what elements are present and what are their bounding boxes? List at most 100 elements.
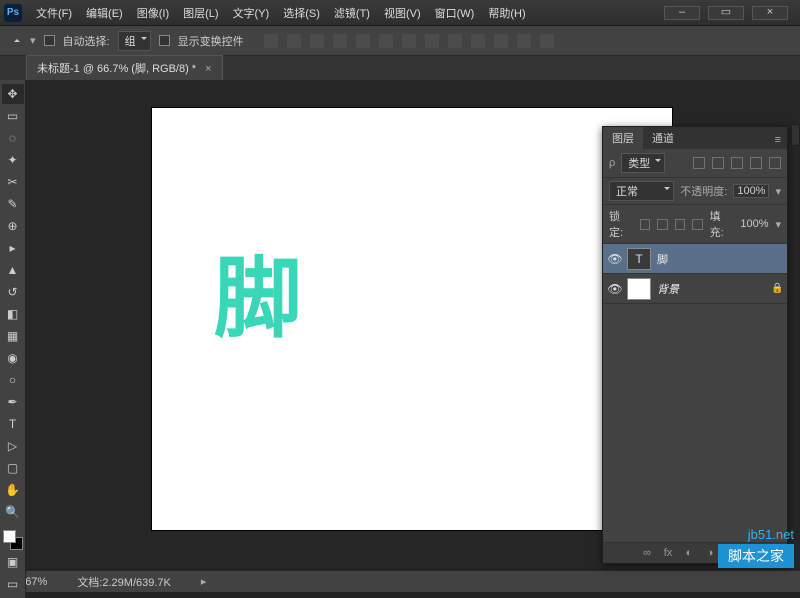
close-tab-icon[interactable]: × [205, 63, 211, 75]
tool-preset-dropdown[interactable]: ▾ [30, 34, 36, 47]
opacity-dropdown-icon[interactable]: ▾ [775, 185, 781, 198]
menu-file[interactable]: 文件(F) [30, 3, 78, 23]
tab-channels[interactable]: 通道 [643, 127, 683, 149]
crop-tool[interactable]: ✂ [2, 172, 24, 192]
brush-tool[interactable]: ▸ [2, 238, 24, 258]
align-icon[interactable] [287, 34, 301, 48]
history-brush-tool[interactable]: ↺ [2, 282, 24, 302]
visibility-toggle[interactable]: 👁 [603, 282, 627, 296]
show-transform-label: 显示变换控件 [178, 33, 244, 49]
lock-all-icon[interactable] [692, 219, 703, 230]
menu-layer[interactable]: 图层(L) [177, 3, 224, 23]
align-icon[interactable] [310, 34, 324, 48]
align-icon[interactable] [379, 34, 393, 48]
document-tab[interactable]: 未标题-1 @ 66.7% (脚, RGB/8) * × [26, 55, 223, 80]
text-layer-content[interactable]: 脚 [214, 228, 298, 355]
visibility-toggle[interactable]: 👁 [603, 252, 627, 266]
pen-tool[interactable]: ✒ [2, 392, 24, 412]
adjustment-icon[interactable]: ◑ [704, 547, 716, 559]
doc-info[interactable]: 文档:2.29M/639.7K [77, 574, 171, 590]
gradient-tool[interactable]: ▦ [2, 326, 24, 346]
eyedropper-tool[interactable]: ✎ [2, 194, 24, 214]
marquee-tool[interactable]: ▭ [2, 106, 24, 126]
tab-layers[interactable]: 图层 [603, 127, 643, 149]
lock-label: 锁定: [609, 208, 633, 240]
doc-info-dropdown-icon[interactable]: ▸ [201, 575, 207, 588]
layer-filter-row: ρ 类型 [603, 149, 787, 178]
auto-select-label: 自动选择: [63, 33, 110, 49]
layer-thumbnail[interactable] [627, 278, 651, 300]
move-tool[interactable]: ✥ [2, 84, 24, 104]
stamp-tool[interactable]: ▲ [2, 260, 24, 280]
align-icon[interactable] [517, 34, 531, 48]
panel-tabs: 图层 通道 ≡ [603, 127, 787, 149]
filter-type-icon[interactable] [731, 157, 743, 169]
align-icon[interactable] [425, 34, 439, 48]
document-canvas[interactable]: 脚 [152, 108, 672, 530]
layer-thumbnail-text[interactable]: T [627, 248, 651, 270]
panel-menu-icon[interactable]: ≡ [769, 131, 787, 149]
align-icon[interactable] [356, 34, 370, 48]
lasso-tool[interactable]: ◌ [2, 128, 24, 148]
type-tool[interactable]: T [2, 414, 24, 434]
lock-pixels-icon[interactable] [657, 219, 668, 230]
align-icon[interactable] [402, 34, 416, 48]
align-icon[interactable] [540, 34, 554, 48]
fill-dropdown-icon[interactable]: ▾ [775, 218, 781, 231]
layer-name[interactable]: 脚 [657, 251, 787, 267]
fill-value[interactable]: 100% [740, 218, 768, 230]
filter-type-select[interactable]: 类型 [621, 153, 665, 173]
filter-smart-icon[interactable] [769, 157, 781, 169]
title-bar: Ps 文件(F) 编辑(E) 图像(I) 图层(L) 文字(Y) 选择(S) 滤… [0, 0, 800, 26]
zoom-tool[interactable]: 🔍 [2, 502, 24, 522]
layers-panel: 图层 通道 ≡ ρ 类型 正常 不透明度: 100% ▾ 锁定: 填充: 100… [602, 126, 788, 564]
show-transform-checkbox[interactable] [159, 35, 170, 46]
link-layers-icon[interactable]: ∞ [641, 547, 653, 559]
lock-transparent-icon[interactable] [640, 219, 651, 230]
opacity-value[interactable]: 100% [733, 184, 769, 198]
wand-tool[interactable]: ✦ [2, 150, 24, 170]
align-icon[interactable] [264, 34, 278, 48]
align-icon[interactable] [494, 34, 508, 48]
quickmask-toggle[interactable]: ▣ [2, 552, 24, 572]
auto-select-target[interactable]: 组 [118, 31, 151, 51]
eraser-tool[interactable]: ◧ [2, 304, 24, 324]
blur-tool[interactable]: ◉ [2, 348, 24, 368]
menu-view[interactable]: 视图(V) [378, 3, 427, 23]
filter-adjust-icon[interactable] [712, 157, 724, 169]
auto-select-checkbox[interactable] [44, 35, 55, 46]
fx-icon[interactable]: fx [662, 547, 674, 559]
shape-tool[interactable]: ▢ [2, 458, 24, 478]
maximize-button[interactable]: ▭ [708, 6, 744, 20]
filter-pixel-icon[interactable] [693, 157, 705, 169]
hand-tool[interactable]: ✋ [2, 480, 24, 500]
options-bar: ▾ 自动选择: 组 显示变换控件 [0, 26, 800, 56]
close-button[interactable]: × [752, 6, 788, 20]
path-tool[interactable]: ▷ [2, 436, 24, 456]
minimize-button[interactable]: – [664, 6, 700, 20]
dodge-tool[interactable]: ○ [2, 370, 24, 390]
menu-filter[interactable]: 滤镜(T) [328, 3, 376, 23]
status-bar: 66.67% 文档:2.29M/639.7K ▸ [0, 570, 800, 592]
blend-mode-select[interactable]: 正常 [609, 181, 674, 201]
layer-name[interactable]: 背景 [657, 281, 771, 297]
menu-window[interactable]: 窗口(W) [429, 3, 481, 23]
mask-icon[interactable]: ◐ [683, 547, 695, 559]
filter-shape-icon[interactable] [750, 157, 762, 169]
screenmode-toggle[interactable]: ▭ [2, 574, 24, 594]
menu-type[interactable]: 文字(Y) [227, 3, 276, 23]
layer-item[interactable]: 👁 T 脚 [603, 244, 787, 274]
align-icon[interactable] [471, 34, 485, 48]
menu-image[interactable]: 图像(I) [131, 3, 175, 23]
panel-collapse-grip[interactable] [791, 124, 800, 146]
watermark: jb51.net 脚本之家 [718, 527, 794, 568]
healing-tool[interactable]: ⊕ [2, 216, 24, 236]
menu-select[interactable]: 选择(S) [277, 3, 326, 23]
layer-item[interactable]: 👁 背景 🔒 [603, 274, 787, 304]
color-swatch[interactable] [3, 530, 23, 550]
menu-help[interactable]: 帮助(H) [482, 3, 531, 23]
menu-edit[interactable]: 编辑(E) [80, 3, 129, 23]
lock-position-icon[interactable] [675, 219, 686, 230]
align-icon[interactable] [333, 34, 347, 48]
align-icon[interactable] [448, 34, 462, 48]
